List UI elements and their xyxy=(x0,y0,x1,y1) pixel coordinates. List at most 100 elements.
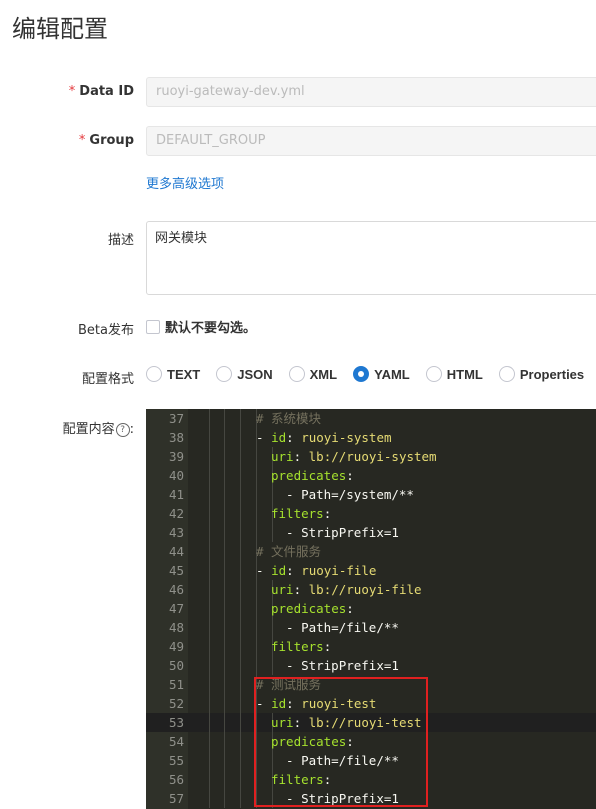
code-key: id xyxy=(271,430,287,445)
required-mark: * xyxy=(68,84,76,99)
indent-guide xyxy=(240,694,241,713)
format-option-text[interactable]: TEXT xyxy=(146,366,200,382)
code-value: StripPrefix=1 xyxy=(301,791,399,806)
code-text: filters: xyxy=(271,772,332,787)
beta-label: Beta发布 xyxy=(78,323,134,338)
group-label: * Group xyxy=(79,133,134,148)
code-value: ruoyi-system xyxy=(301,430,392,445)
radio-button[interactable] xyxy=(498,366,515,382)
radio-button[interactable] xyxy=(146,366,162,382)
indent-guide xyxy=(240,409,241,428)
format-radio-group: TEXT JSON XML YAML HTML Properties xyxy=(146,366,596,382)
format-option-xml[interactable]: XML xyxy=(288,366,337,382)
indent-guide xyxy=(256,447,257,466)
code-line: 39 uri: lb://ruoyi-system xyxy=(146,447,596,466)
indent-guide xyxy=(209,789,210,808)
code-key: predicates xyxy=(271,601,347,616)
beta-checkbox[interactable] xyxy=(146,319,160,334)
code-line: 51 # 测试服务 xyxy=(146,675,596,694)
radio-button[interactable] xyxy=(425,366,442,382)
indent-guide xyxy=(209,751,210,770)
beta-checkbox-wrap[interactable]: 默认不要勾选。 xyxy=(146,317,256,336)
indent-guide xyxy=(224,599,225,618)
indent-guide xyxy=(224,466,225,485)
indent-guide xyxy=(224,751,225,770)
line-number: 52 xyxy=(168,696,184,711)
radio-label: JSON xyxy=(237,366,273,382)
indent-guide xyxy=(224,656,225,675)
code-text: - Path=/file/** xyxy=(286,620,399,635)
indent-guide xyxy=(209,561,210,580)
code-line: 44 # 文件服务 xyxy=(146,542,596,561)
advanced-options-link[interactable]: 更多高级选项 xyxy=(146,173,224,192)
code-line: 42 filters: xyxy=(146,504,596,523)
beta-checkbox-label: 默认不要勾选。 xyxy=(165,321,257,336)
line-number: 44 xyxy=(168,544,184,559)
code-key: uri xyxy=(271,449,294,464)
indent-guide xyxy=(256,713,257,732)
line-number: 56 xyxy=(168,772,184,787)
indent-guide xyxy=(256,523,257,542)
description-textarea[interactable]: 网关模块 xyxy=(146,221,596,295)
indent-guide xyxy=(240,561,241,580)
indent-guide xyxy=(256,485,257,504)
code-line: 53 uri: lb://ruoyi-test xyxy=(146,713,596,732)
indent-guide xyxy=(224,675,225,694)
indent-guide xyxy=(224,409,225,428)
indent-guide xyxy=(224,523,225,542)
indent-guide xyxy=(256,637,257,656)
radio-button[interactable] xyxy=(216,366,233,382)
code-comment: # 测试服务 xyxy=(256,677,322,692)
format-option-yaml[interactable]: YAML xyxy=(353,366,410,382)
code-value: Path=/file/** xyxy=(301,620,399,635)
code-value: lb://ruoyi-system xyxy=(308,449,437,464)
indent-guide xyxy=(272,485,273,504)
radio-button[interactable] xyxy=(353,366,370,382)
indent-guide xyxy=(209,770,210,789)
indent-guide xyxy=(209,599,210,618)
indent-guide xyxy=(209,428,210,447)
indent-guide xyxy=(224,580,225,599)
data-id-input[interactable]: ruoyi-gateway-dev.yml xyxy=(146,77,596,107)
line-number: 51 xyxy=(168,677,184,692)
code-line: 57 - StripPrefix=1 xyxy=(146,789,596,808)
indent-guide xyxy=(209,542,210,561)
code-text: # 系统模块 xyxy=(256,409,321,428)
code-line: 49 filters: xyxy=(146,637,596,656)
indent-guide xyxy=(256,770,257,789)
radio-label: Properties xyxy=(519,366,585,382)
code-editor[interactable]: 37 # 系统模块 38 - id: ruoyi-system 39 uri: lb://… xyxy=(146,409,596,809)
radio-button[interactable] xyxy=(288,366,305,382)
line-number: 37 xyxy=(168,411,184,426)
indent-guide xyxy=(209,447,210,466)
help-icon[interactable]: ? xyxy=(115,422,130,437)
content-label-suffix: : xyxy=(129,422,134,437)
format-option-json[interactable]: JSON xyxy=(216,366,273,382)
page-title: 编辑配置 xyxy=(12,15,108,43)
indent-guide xyxy=(209,409,210,428)
line-number: 50 xyxy=(168,658,184,673)
line-number: 47 xyxy=(168,601,184,616)
indent-guide xyxy=(209,504,210,523)
format-option-properties[interactable]: Properties xyxy=(498,366,585,382)
radio-label: HTML xyxy=(446,366,483,382)
code-value: StripPrefix=1 xyxy=(301,525,399,540)
code-line: 41 - Path=/system/** xyxy=(146,485,596,504)
indent-guide xyxy=(272,789,273,808)
code-line: 55 - Path=/file/** xyxy=(146,751,596,770)
indent-guide xyxy=(256,618,257,637)
code-line: 50 - StripPrefix=1 xyxy=(146,656,596,675)
format-option-html[interactable]: HTML xyxy=(425,366,483,382)
code-line: 48 - Path=/file/** xyxy=(146,618,596,637)
code-text: predicates: xyxy=(271,734,354,749)
code-text: uri: lb://ruoyi-test xyxy=(271,715,422,730)
group-input[interactable]: DEFAULT_GROUP xyxy=(146,126,596,156)
indent-guide xyxy=(224,485,225,504)
line-number: 55 xyxy=(168,753,184,768)
code-text: - id: ruoyi-file xyxy=(256,563,377,578)
indent-guide xyxy=(256,504,257,523)
code-line: 56 filters: xyxy=(146,770,596,789)
indent-guide xyxy=(272,618,273,637)
code-text: - StripPrefix=1 xyxy=(286,525,399,540)
indent-guide xyxy=(209,732,210,751)
